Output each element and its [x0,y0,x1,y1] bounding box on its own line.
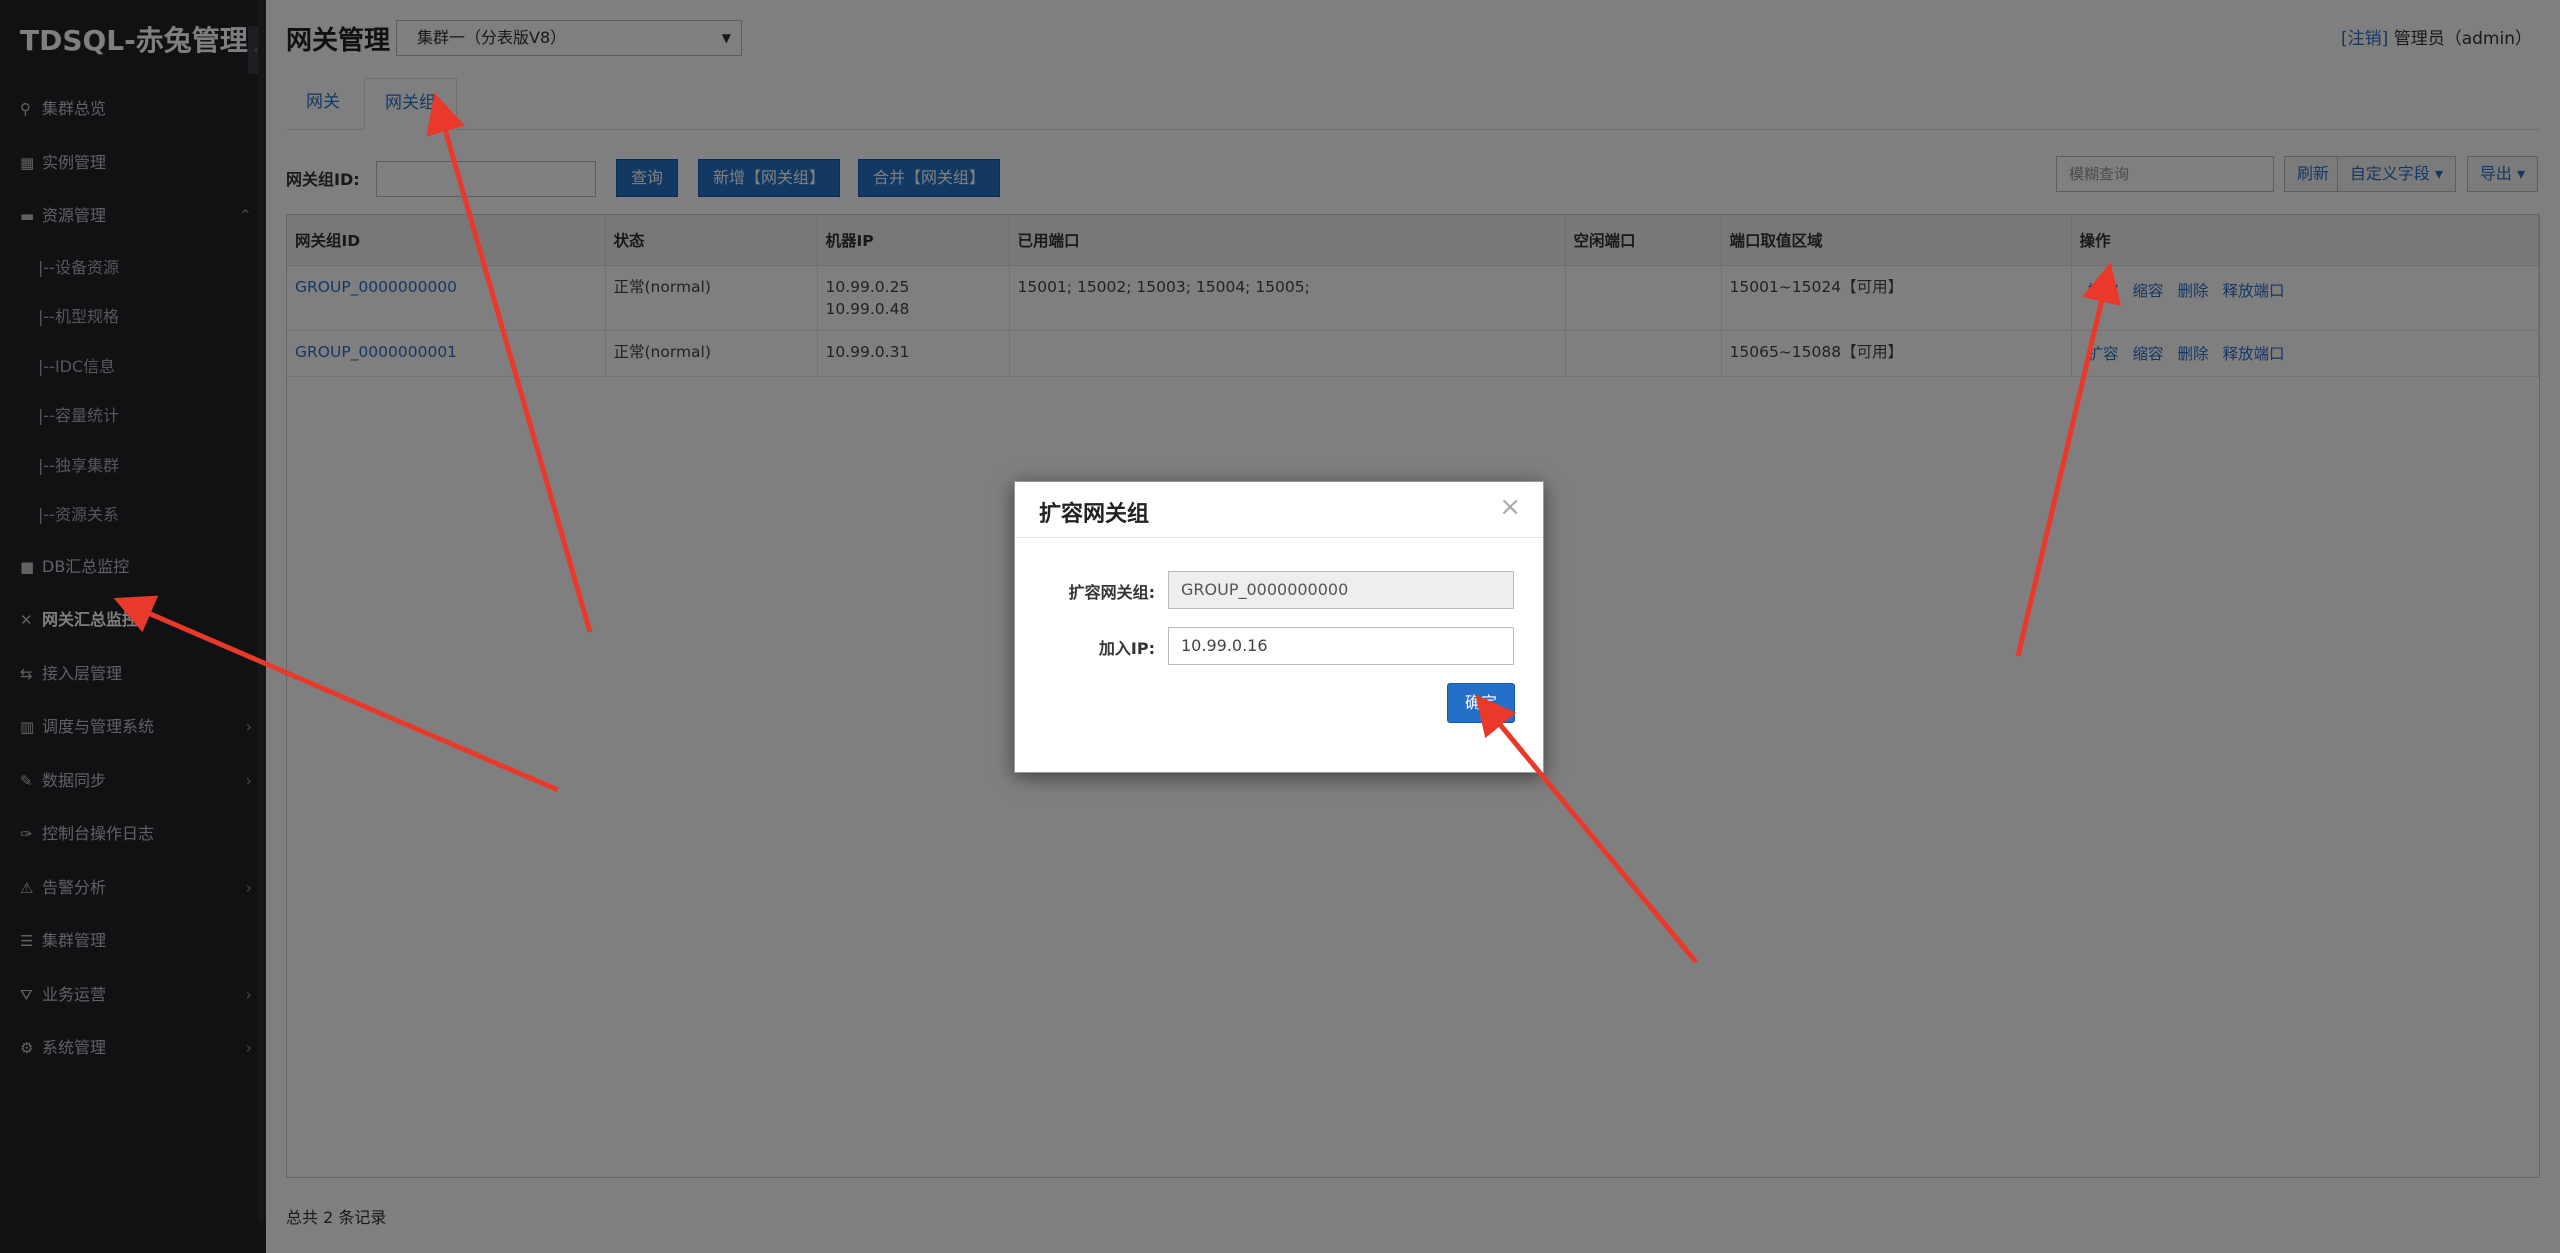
group-form-row: 扩容网关组: GROUP_0000000000 [1015,571,1545,609]
ip-field[interactable]: 10.99.0.16 [1168,627,1514,665]
dialog-header: 扩容网关组 × [1015,482,1543,538]
group-field-label: 扩容网关组: [1068,583,1155,602]
ip-field-label: 加入IP: [1098,639,1155,658]
ip-form-row: 加入IP: 10.99.0.16 [1015,627,1545,665]
expand-group-dialog: 扩容网关组 × 扩容网关组: GROUP_0000000000 加入IP: 10… [1014,481,1544,773]
confirm-button[interactable]: 确定 [1447,683,1515,723]
group-field: GROUP_0000000000 [1168,571,1514,609]
dialog-title: 扩容网关组 [1039,502,1150,527]
close-icon[interactable]: × [1499,492,1521,522]
